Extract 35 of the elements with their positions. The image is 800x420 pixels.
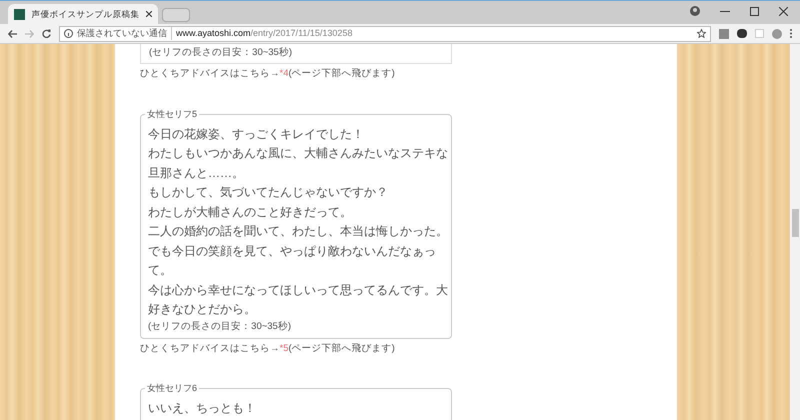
- extension-icon[interactable]: [719, 28, 729, 38]
- box-legend: 女性セリフ5: [145, 108, 200, 121]
- box-legend: 女性セリフ6: [145, 382, 200, 396]
- dialogue-line: 好きなひとだから。: [148, 301, 257, 318]
- dialogue-line: いいえ、ちっとも！: [148, 400, 257, 417]
- dialogue-line: て。: [148, 262, 173, 279]
- tab-title: 声優ボイスサンプル原稿集: [32, 8, 140, 20]
- minimize-icon[interactable]: [720, 10, 730, 12]
- maximize-icon[interactable]: [750, 6, 759, 16]
- scrollbar-thumb[interactable]: [792, 209, 798, 237]
- dialogue-line: 今日の花嫁姿、すっごくキレイでした！: [148, 126, 365, 142]
- url-path: /entry/2017/11/15/130258: [250, 28, 352, 38]
- advice-text: ひとくちアドバイスはこちら→: [140, 67, 280, 82]
- dialogue-line: 旦那さんと……。: [148, 164, 245, 182]
- reload-icon[interactable]: [42, 29, 51, 38]
- length-note: (セリフの長さの目安：30~35秒): [148, 320, 292, 334]
- info-icon: [64, 29, 73, 38]
- address-bar[interactable]: 保護されていない通信 www.ayatoshi.com/entry/2017/11/15/130258: [59, 26, 711, 42]
- back-icon[interactable]: [8, 30, 17, 38]
- dialogue-line: でも今日の笑顔を見て、やっぱり敵わないんだなぁっ: [148, 242, 437, 260]
- site-favicon-icon: [14, 8, 25, 20]
- browser-tab[interactable]: 声優ボイスサンプル原稿集: [8, 4, 158, 24]
- dialogue-line: 二人の婚約の話を聞いて、わたし、本当は悔しかった。: [148, 223, 444, 240]
- advice-text: (ページ下部へ飛びます): [288, 342, 395, 356]
- security-label: 保護されていない通信: [77, 26, 172, 40]
- dialogue-line: もしかして、気づいてたんじゃないですか？: [148, 184, 389, 201]
- user-icon[interactable]: [690, 6, 700, 16]
- close-icon[interactable]: [146, 11, 152, 17]
- advice-text: (ページ下部へ飛びます): [288, 67, 395, 82]
- url-host: www.ayatoshi.com: [176, 28, 251, 38]
- dialogue-line: わたしが大輔さんのこと好きだって。: [148, 204, 353, 220]
- length-note: (セリフの長さの目安：30~35秒): [149, 46, 294, 60]
- advice-text: ひとくちアドバイスはこちら→: [140, 342, 280, 356]
- close-icon[interactable]: [779, 6, 788, 16]
- star-icon[interactable]: [697, 29, 706, 38]
